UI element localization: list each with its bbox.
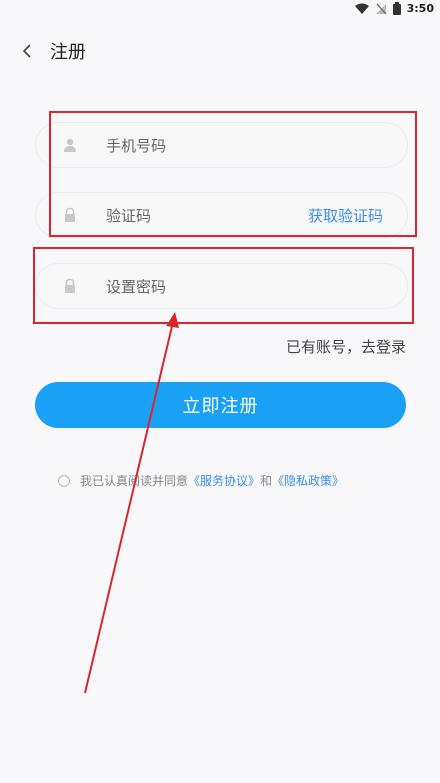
annotation-arrow: [84, 312, 179, 694]
